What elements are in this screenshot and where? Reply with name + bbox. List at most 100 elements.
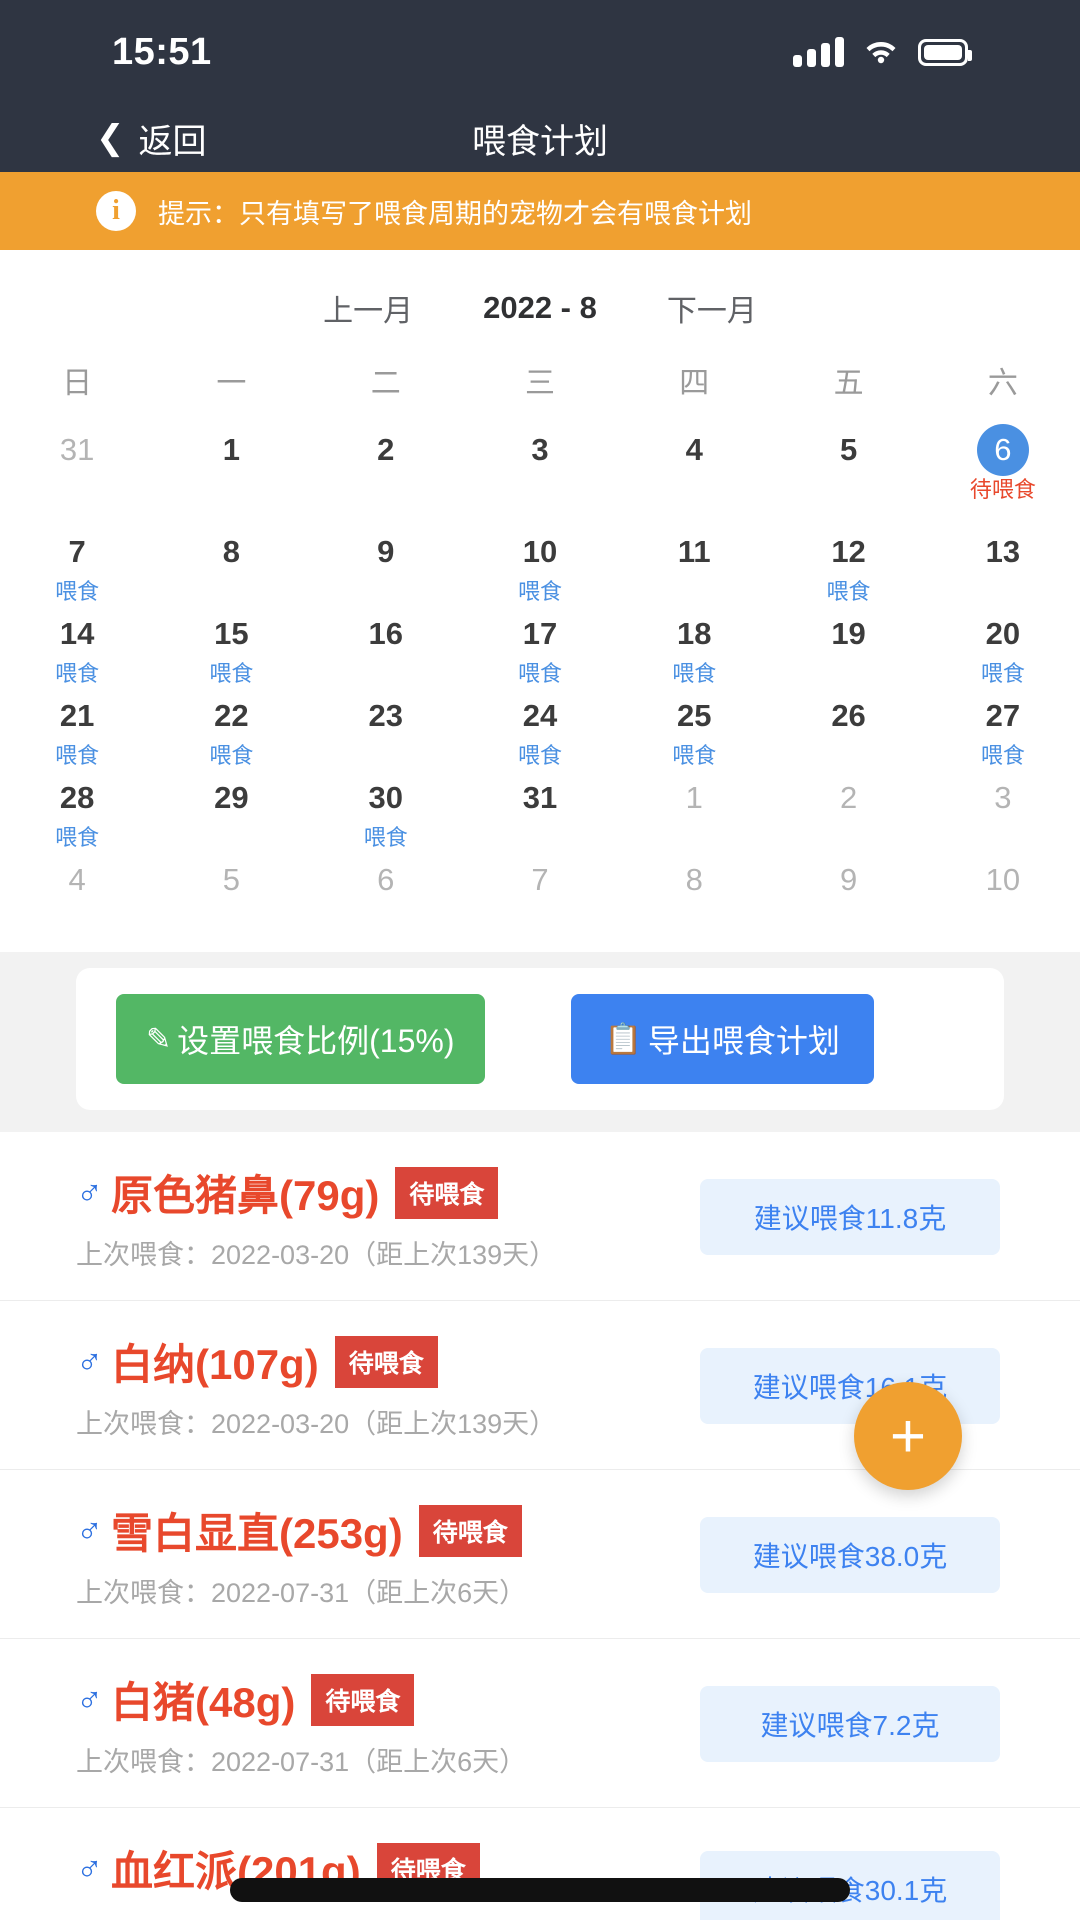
calendar-day-cell[interactable]: 18 喂食 bbox=[617, 608, 771, 690]
calendar-day-feed-tag bbox=[0, 906, 154, 934]
pet-row[interactable]: ♂ 原色猪鼻(79g) 待喂食上次喂食：2022-03-20（距上次139天） 建议喂… bbox=[0, 1132, 1080, 1301]
calendar-day-cell[interactable]: 7 bbox=[463, 854, 617, 936]
calendar-day-number: 3 bbox=[531, 432, 549, 467]
calendar-day-number: 25 bbox=[677, 698, 712, 733]
calendar-day-number: 10 bbox=[985, 862, 1021, 897]
action-panel-wrap: ✎ 设置喂食比例(15%) 📋 导出喂食计划 bbox=[0, 952, 1080, 1132]
male-icon: ♂ bbox=[76, 1847, 103, 1889]
calendar-day-cell[interactable]: 17 喂食 bbox=[463, 608, 617, 690]
calendar-day-cell[interactable]: 20 喂食 bbox=[926, 608, 1080, 690]
calendar-day-number: 9 bbox=[377, 534, 395, 569]
calendar-day-cell[interactable]: 23 bbox=[309, 690, 463, 772]
calendar-day-cell[interactable]: 4 bbox=[0, 854, 154, 936]
calendar-day-cell[interactable]: 26 bbox=[771, 690, 925, 772]
home-indicator[interactable] bbox=[230, 1878, 850, 1902]
calendar-day-number: 24 bbox=[522, 698, 558, 733]
calendar-day-cell[interactable]: 21 喂食 bbox=[0, 690, 154, 772]
calendar-day-number: 23 bbox=[368, 698, 403, 733]
calendar-day-cell[interactable]: 9 bbox=[771, 854, 925, 936]
pet-last-feed: 上次喂食：2022-07-31（距上次6天） bbox=[76, 1578, 527, 1608]
weekday-label: 六 bbox=[987, 367, 1018, 400]
suggested-amount-button[interactable]: 建议喂食38.0克 bbox=[700, 1517, 1000, 1593]
suggested-amount-button[interactable]: 建议喂食11.8克 bbox=[700, 1179, 1000, 1255]
calendar-day-number: 13 bbox=[985, 534, 1021, 569]
calendar-day-feed-tag bbox=[309, 742, 463, 770]
calendar-day-number: 7 bbox=[531, 862, 549, 897]
pet-name: 白猪(48g) bbox=[111, 1679, 296, 1726]
add-button[interactable]: + bbox=[854, 1382, 962, 1490]
calendar-day-cell[interactable]: 10 bbox=[926, 854, 1080, 936]
calendar-day-feed-tag: 喂食 bbox=[209, 661, 254, 686]
calendar-day-cell[interactable]: 2 bbox=[771, 772, 925, 854]
set-feed-ratio-button[interactable]: ✎ 设置喂食比例(15%) bbox=[116, 994, 485, 1084]
calendar-day-cell[interactable]: 24 喂食 bbox=[463, 690, 617, 772]
calendar-day-cell[interactable]: 10 喂食 bbox=[463, 526, 617, 608]
calendar-day-cell[interactable]: 11 bbox=[617, 526, 771, 608]
calendar-day-number: 2 bbox=[839, 780, 858, 815]
calendar-day-feed-tag bbox=[771, 824, 925, 852]
calendar-day-cell[interactable]: 3 bbox=[463, 424, 617, 526]
pet-row[interactable]: ♂ 雪白显直(253g) 待喂食 上次喂食：2022-07-31（距上次6天） 建议喂食… bbox=[0, 1470, 1080, 1639]
calendar-day-cell[interactable]: 15 喂食 bbox=[154, 608, 308, 690]
calendar-day-cell[interactable]: 1 bbox=[154, 424, 308, 526]
status-badge: 待喂食 bbox=[334, 1335, 438, 1388]
pet-title: ♂ 原色猪鼻(79g) 待喂食 bbox=[76, 1162, 696, 1223]
status-time: 15:51 bbox=[112, 30, 212, 73]
status-badge: 待喂食 bbox=[395, 1166, 499, 1219]
pet-name: 雪白显直(253g) bbox=[111, 1510, 403, 1557]
export-feed-plan-button[interactable]: 📋 导出喂食计划 bbox=[570, 994, 874, 1084]
calendar-day-cell[interactable]: 30 喂食 bbox=[309, 772, 463, 854]
calendar-day-feed-tag bbox=[463, 476, 617, 504]
pet-title: ♂ 白猪(48g) 待喂食 bbox=[76, 1669, 696, 1730]
calendar-day-cell[interactable]: 4 bbox=[617, 424, 771, 526]
calendar-day-cell[interactable]: 25 喂食 bbox=[617, 690, 771, 772]
calendar-day-feed-tag bbox=[771, 476, 925, 504]
calendar-day-cell[interactable]: 8 bbox=[617, 854, 771, 936]
pencil-icon: ✎ bbox=[146, 1022, 172, 1056]
pet-row[interactable]: ♂ 血红派(201g) 待喂食 建议喂食30.1克 bbox=[0, 1808, 1080, 1920]
calendar-day-number: 5 bbox=[839, 432, 858, 467]
calendar-day-cell[interactable]: 3 bbox=[926, 772, 1080, 854]
pet-info: ♂ 白纳(107g) 待喂食 上次喂食：2022-03-20（距上次139天） bbox=[76, 1331, 696, 1441]
calendar-day-cell[interactable]: 6 bbox=[309, 854, 463, 936]
next-month-button[interactable]: 下一月 bbox=[667, 286, 757, 330]
calendar-day-cell[interactable]: 27 喂食 bbox=[926, 690, 1080, 772]
calendar-day-cell[interactable]: 19 bbox=[771, 608, 925, 690]
calendar-day-pending-tag: 待喂食 bbox=[969, 477, 1036, 502]
calendar-day-cell[interactable]: 7 喂食 bbox=[0, 526, 154, 608]
clipboard-icon: 📋 bbox=[604, 1022, 642, 1056]
male-icon: ♂ bbox=[76, 1171, 103, 1213]
calendar-day-feed-tag bbox=[617, 578, 771, 606]
calendar-grid: 31 1 2 3 4 5 6 待喂食 7 喂食 8 9 10 喂食 11 12 喂食 13 14… bbox=[0, 424, 1080, 936]
calendar-day-cell[interactable]: 6 待喂食 bbox=[926, 424, 1080, 526]
calendar-day-cell[interactable]: 12 喂食 bbox=[771, 526, 925, 608]
calendar-day-cell[interactable]: 13 bbox=[926, 526, 1080, 608]
suggested-amount-button[interactable]: 建议喂食7.2克 bbox=[700, 1686, 1000, 1762]
action-panel: ✎ 设置喂食比例(15%) 📋 导出喂食计划 bbox=[76, 968, 1004, 1110]
pet-row[interactable]: ♂ 白猪(48g) 待喂食 上次喂食：2022-07-31（距上次6天） 建议喂食7.2… bbox=[0, 1639, 1080, 1808]
calendar-day-cell[interactable]: 29 bbox=[154, 772, 308, 854]
weekday-label: 一 bbox=[216, 367, 247, 400]
calendar-day-cell[interactable]: 5 bbox=[771, 424, 925, 526]
calendar-day-feed-tag bbox=[771, 742, 925, 770]
calendar-day-cell[interactable]: 16 bbox=[309, 608, 463, 690]
calendar-day-cell[interactable]: 5 bbox=[154, 854, 308, 936]
pet-suggestion-wrap: 建议喂食7.2克 bbox=[696, 1686, 1004, 1762]
calendar-day-feed-tag: 喂食 bbox=[55, 579, 100, 604]
calendar-day-cell[interactable]: 1 bbox=[617, 772, 771, 854]
back-button[interactable]: ❮ 返回 bbox=[96, 114, 207, 163]
calendar-day-cell[interactable]: 22 喂食 bbox=[154, 690, 308, 772]
calendar-day-cell[interactable]: 31 bbox=[0, 424, 154, 526]
calendar-day-cell[interactable]: 8 bbox=[154, 526, 308, 608]
pet-last-feed: 上次喂食：2022-03-20（距上次139天） bbox=[76, 1240, 557, 1270]
current-month-label: 2022 - 8 bbox=[483, 290, 597, 325]
calendar-day-feed-tag bbox=[154, 476, 308, 504]
calendar-day-cell[interactable]: 2 bbox=[309, 424, 463, 526]
prev-month-button[interactable]: 上一月 bbox=[323, 286, 413, 330]
calendar-day-feed-tag bbox=[617, 476, 771, 504]
calendar-day-number: 31 bbox=[59, 432, 95, 467]
calendar-day-cell[interactable]: 28 喂食 bbox=[0, 772, 154, 854]
calendar-day-cell[interactable]: 14 喂食 bbox=[0, 608, 154, 690]
calendar-day-cell[interactable]: 9 bbox=[309, 526, 463, 608]
calendar-day-cell[interactable]: 31 bbox=[463, 772, 617, 854]
